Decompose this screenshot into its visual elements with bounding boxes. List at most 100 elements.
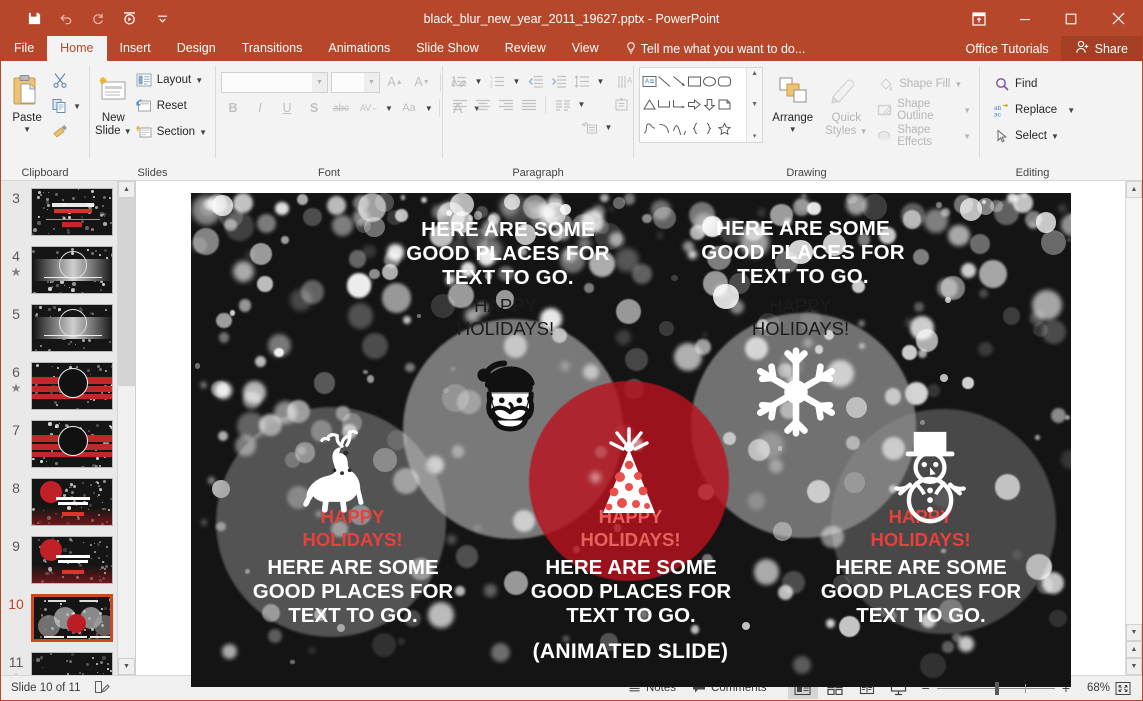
font-name-dropdown-icon[interactable]: ▼ xyxy=(312,73,327,92)
shapes-gallery[interactable]: A xyxy=(639,67,763,143)
santa-icon[interactable] xyxy=(469,355,553,439)
undo-icon[interactable] xyxy=(51,6,81,32)
shape-scribble-icon[interactable] xyxy=(642,117,657,140)
shape-arrow-icon[interactable] xyxy=(672,70,687,93)
snowflake-icon[interactable] xyxy=(749,345,843,439)
section-button[interactable]: Section ▼ xyxy=(132,119,210,145)
copy-dropdown-icon[interactable]: ▼ xyxy=(73,103,81,111)
accessibility-icon[interactable] xyxy=(94,680,110,697)
shape-left-brace-icon[interactable] xyxy=(687,117,702,140)
shapes-scroll-down-icon[interactable]: ▼ xyxy=(751,101,758,108)
shape-outline-dropdown-icon[interactable]: ▼ xyxy=(963,107,971,115)
numbering-button[interactable]: 123 xyxy=(486,70,509,93)
paste-button[interactable]: Paste ▼ xyxy=(6,67,48,134)
slide-thumbnail[interactable]: 11★ xyxy=(1,649,117,675)
tab-home[interactable]: Home xyxy=(47,36,106,61)
select-dropdown-icon[interactable]: ▼ xyxy=(1051,133,1059,141)
text-block-top-right-heading[interactable]: HERE ARE SOMEGOOD PLACES FORTEXT TO GO. xyxy=(681,217,926,289)
shapes-scrollbar[interactable]: ▲ ▼ ▾ xyxy=(746,68,762,142)
find-button[interactable]: Find xyxy=(990,71,1040,97)
shape-down-arrow-icon[interactable] xyxy=(702,93,717,116)
align-right-button[interactable] xyxy=(494,93,517,116)
section-dropdown-icon[interactable]: ▼ xyxy=(199,129,207,137)
text-block-bottom-right-heading[interactable]: HERE ARE SOMEGOOD PLACES FORTEXT TO GO. xyxy=(779,556,1064,628)
slide-thumbnail-image[interactable] xyxy=(31,536,113,584)
slide-thumbnail[interactable]: 3 xyxy=(1,185,117,243)
shape-fill-dropdown-icon[interactable]: ▼ xyxy=(954,81,962,89)
thumbnails-scroll-down-icon[interactable]: ▼ xyxy=(118,658,135,675)
minimize-icon[interactable] xyxy=(1002,1,1048,36)
underline-button[interactable]: U xyxy=(275,96,299,120)
slide-editing-stage[interactable]: HERE ARE SOMEGOOD PLACES FORTEXT TO GO. … xyxy=(136,181,1125,675)
justify-button[interactable] xyxy=(517,93,540,116)
shape-elbow-connector-icon[interactable] xyxy=(657,93,672,116)
tab-view[interactable]: View xyxy=(559,36,612,61)
shape-rounded-rect-icon[interactable] xyxy=(717,70,732,93)
character-spacing-dropdown-icon[interactable]: ▼ xyxy=(385,105,393,113)
slide-thumbnail-image[interactable] xyxy=(31,304,113,352)
font-name-combobox[interactable]: ▼ xyxy=(221,72,328,93)
share-button[interactable]: Share xyxy=(1061,36,1142,61)
layout-dropdown-icon[interactable]: ▼ xyxy=(195,77,203,85)
shape-curve-icon[interactable] xyxy=(657,117,672,140)
replace-button[interactable]: abac Replace ▼ xyxy=(990,97,1078,123)
numbering-dropdown-icon[interactable]: ▼ xyxy=(509,70,524,93)
shape-triangle-icon[interactable] xyxy=(642,93,657,116)
columns-button[interactable] xyxy=(551,93,574,116)
decrease-indent-button[interactable] xyxy=(524,70,547,93)
customize-qat-icon[interactable] xyxy=(147,6,177,32)
shape-star-icon[interactable] xyxy=(717,117,732,140)
slide-thumbnail-image[interactable] xyxy=(31,188,113,236)
fit-slide-to-window-button[interactable] xyxy=(1112,677,1134,699)
shape-folded-corner-icon[interactable] xyxy=(717,93,732,116)
thumbnails-scroll-up-icon[interactable]: ▲ xyxy=(118,181,135,198)
slide-thumbnail-image[interactable] xyxy=(31,652,113,675)
character-spacing-button[interactable]: AV↔ xyxy=(356,96,382,120)
increase-font-size-button[interactable]: A▲ xyxy=(383,70,407,94)
shape-line-icon[interactable] xyxy=(657,70,672,93)
tell-me-box[interactable]: Tell me what you want to do... xyxy=(612,36,816,61)
start-presentation-icon[interactable] xyxy=(115,6,145,32)
slide-thumbnail[interactable]: 10 xyxy=(1,591,117,649)
arrange-button[interactable]: Arrange ▼ xyxy=(767,67,818,134)
reindeer-icon[interactable] xyxy=(295,428,391,524)
replace-dropdown-icon[interactable]: ▼ xyxy=(1067,107,1075,115)
text-block-bottom-left-heading[interactable]: HERE ARE SOMEGOOD PLACES FORTEXT TO GO. xyxy=(211,556,496,628)
text-block-top-left-greeting[interactable]: HAPPYHOLIDAYS! xyxy=(406,294,606,340)
thumbnails-scroll-thumb[interactable] xyxy=(118,198,135,386)
next-slide-icon[interactable]: ▼ xyxy=(1126,658,1142,675)
slide-thumbnail[interactable]: 5 xyxy=(1,301,117,359)
bold-button[interactable]: B xyxy=(221,96,245,120)
snowman-icon[interactable] xyxy=(883,429,979,525)
tab-review[interactable]: Review xyxy=(492,36,559,61)
font-size-combobox[interactable]: ▼ xyxy=(331,72,380,93)
scroll-track[interactable] xyxy=(1126,198,1142,624)
tab-insert[interactable]: Insert xyxy=(107,36,164,61)
text-block-top-left-heading[interactable]: HERE ARE SOMEGOOD PLACES FORTEXT TO GO. xyxy=(386,218,631,290)
thumbnails-scrollbar[interactable]: ▲ ▼ xyxy=(117,181,135,675)
slide-thumbnail[interactable]: 7 xyxy=(1,417,117,475)
change-case-dropdown-icon[interactable]: ▼ xyxy=(425,105,433,113)
slide-indicator[interactable]: Slide 10 of 11 xyxy=(11,682,80,694)
slide-thumbnail-list[interactable]: 34★56★7891011★ xyxy=(1,181,117,675)
convert-smartart-dropdown-icon[interactable]: ▼ xyxy=(601,116,616,139)
previous-slide-icon[interactable]: ▲ xyxy=(1126,641,1142,658)
text-shadow-button[interactable]: S xyxy=(302,96,326,120)
slide-thumbnail[interactable]: 6★ xyxy=(1,359,117,417)
shape-right-arrow-icon[interactable] xyxy=(687,93,702,116)
slide-thumbnail-image[interactable] xyxy=(31,420,113,468)
thumbnails-scroll-track[interactable] xyxy=(118,198,135,658)
shape-textbox-icon[interactable]: A xyxy=(642,70,657,93)
scroll-up-icon[interactable]: ▲ xyxy=(1126,181,1142,198)
shape-effects-dropdown-icon[interactable]: ▼ xyxy=(963,133,971,141)
convert-smartart-button[interactable] xyxy=(578,116,601,139)
maximize-icon[interactable] xyxy=(1048,1,1094,36)
save-icon[interactable] xyxy=(19,6,49,32)
shape-oval-icon[interactable] xyxy=(702,70,717,93)
slide-vertical-scrollbar[interactable]: ▲ ▼ ▲ ▼ xyxy=(1125,181,1142,675)
current-slide[interactable]: HERE ARE SOMEGOOD PLACES FORTEXT TO GO. … xyxy=(191,193,1071,687)
close-icon[interactable] xyxy=(1094,1,1142,36)
slide-thumbnail[interactable]: 8 xyxy=(1,475,117,533)
font-size-dropdown-icon[interactable]: ▼ xyxy=(364,73,379,92)
bullets-button[interactable] xyxy=(448,70,471,93)
